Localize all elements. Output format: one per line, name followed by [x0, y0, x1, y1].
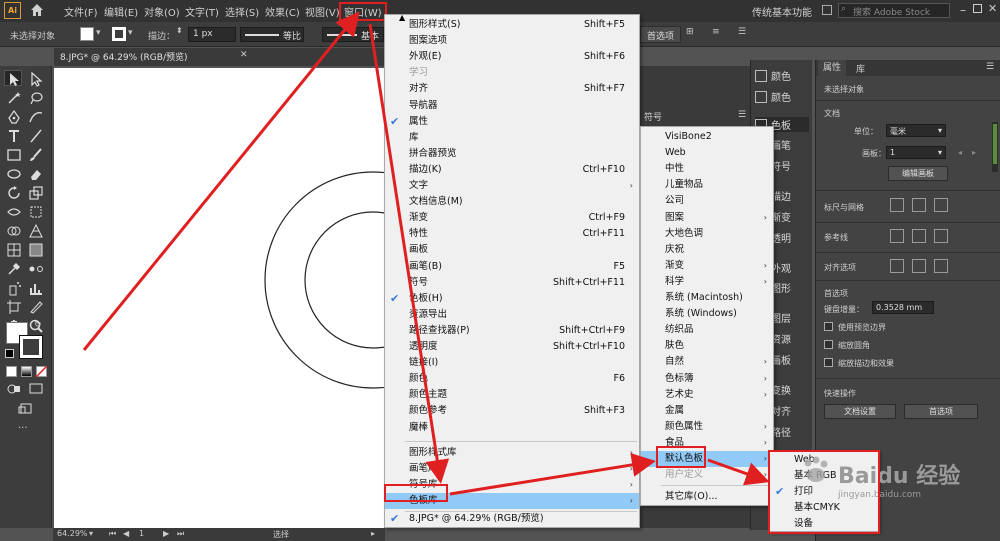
arrow-to-default-swatches — [449, 452, 656, 496]
arrow-to-window-menu — [82, 11, 360, 351]
annotation-arrows — [82, 11, 770, 496]
arrow-to-default-submenu — [707, 458, 770, 486]
arrow-to-swatch-libraries — [368, 23, 450, 484]
